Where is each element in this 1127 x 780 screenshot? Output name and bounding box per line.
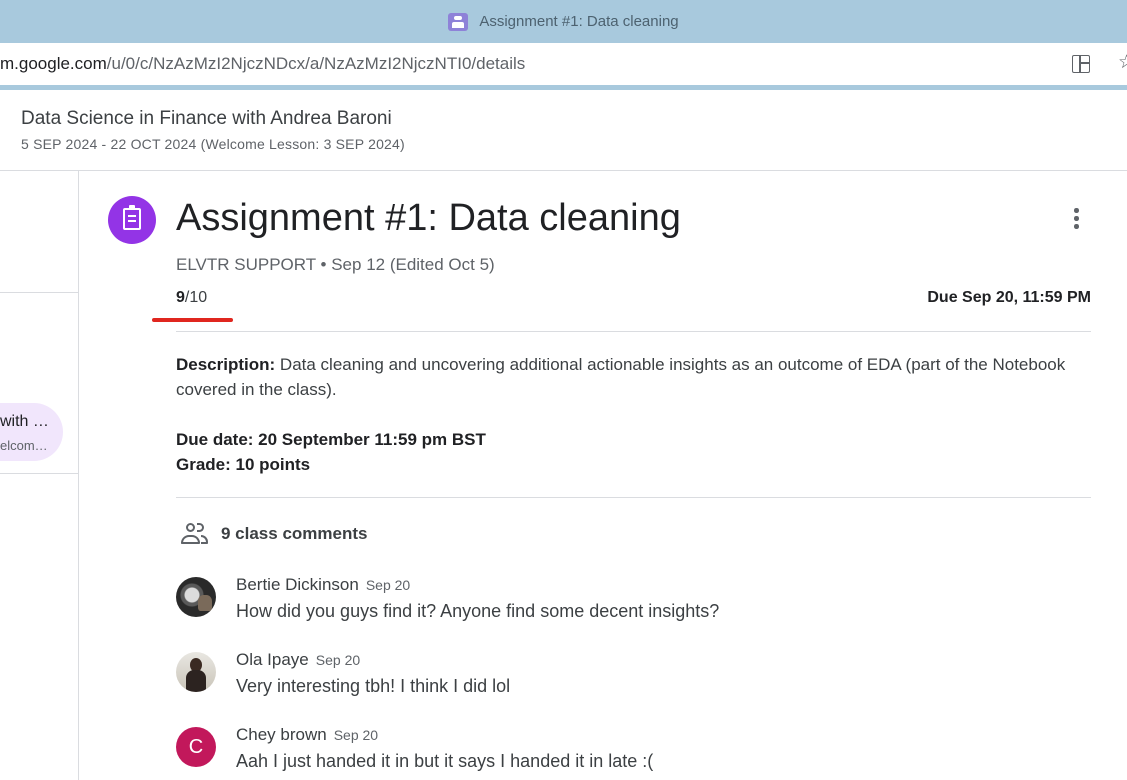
sidebar-item-subtitle: elcom… [0,438,48,453]
more-dot [1074,208,1079,213]
window-title: Assignment #1: Data cleaning [479,13,679,30]
comment-text: How did you guys find it? Anyone find so… [236,601,720,621]
clipboard-icon [123,205,141,230]
comment-date: Sep 20 [365,577,411,593]
more-dot [1074,216,1079,221]
divider [176,331,1091,332]
back-arrow-icon[interactable]: ‹ [0,115,1,138]
comment-item: Ola Ipaye Sep 20 Very interesting tbh! I … [176,650,1076,712]
assignment-title: Assignment #1: Data cleaning [176,197,681,239]
url-host: m.google.com [0,54,107,73]
assignment-meta: ELVTR SUPPORT • Sep 12 (Edited Oct 5) [176,255,495,274]
class-title[interactable]: Data Science in Finance with Andrea Baro… [21,108,392,130]
sidebar-divider [0,473,79,474]
comment-item: C Chey brown Sep 20 Aah I just handed it … [176,725,1076,780]
clipboard-line [128,215,136,217]
class-comments-header[interactable]: 9 class comments [180,521,367,547]
grade: 9/10 [176,289,207,307]
people-icon [180,522,210,546]
description-label: Description: [176,355,276,374]
address-bar[interactable]: m.google.com/u/0/c/NzAzMzI2NjczNDcx/a/Nz… [0,43,1127,85]
star-icon[interactable]: ☆ [1118,53,1127,72]
comment-date: Sep 20 [333,727,379,743]
comment-author-line: Bertie Dickinson Sep 20 [236,575,410,595]
due-date: Due Sep 20, 11:59 PM [927,289,1091,306]
divider [176,497,1091,498]
assignment-tab-icon [448,12,469,31]
class-header: ‹ Data Science in Finance with Andrea Ba… [0,90,1127,171]
url-text[interactable]: m.google.com/u/0/c/NzAzMzI2NjczNDcx/a/Nz… [0,54,525,74]
assignment-icon [108,196,156,244]
avatar: C [176,727,216,767]
assignment-description: Description: Data cleaning and uncoverin… [176,352,1076,402]
avatar [176,577,216,617]
sidebar-item-title: with … [0,413,49,430]
class-dates: 5 SEP 2024 - 22 OCT 2024 (Welcome Lesson… [21,136,405,152]
window-title-bar: Assignment #1: Data cleaning [0,0,1127,43]
assignment-details: Due date: 20 September 11:59 pm BST Grad… [176,427,486,477]
more-dot [1074,224,1079,229]
split-screen-icon[interactable] [1072,55,1090,73]
comment-date: Sep 20 [315,652,361,668]
comment-text: Very interesting tbh! I think I did lol [236,676,511,696]
grade-points-line: Grade: 10 points [176,455,311,474]
grade-highlight-underline [152,318,233,322]
sidebar: with … elcom… [0,171,79,780]
grade-total: /10 [184,289,208,306]
comments-count: 9 class comments [221,524,368,543]
url-path: /u/0/c/NzAzMzI2NjczNDcx/a/NzAzMzI2NjczNT… [106,54,526,73]
due-date-line: Due date: 20 September 11:59 pm BST [176,430,486,449]
grade-score: 9 [176,289,185,306]
sidebar-item-class[interactable]: with … elcom… [0,403,63,461]
comment-author: Bertie Dickinson [236,575,359,594]
comment-author: Chey brown [236,725,327,744]
sidebar-divider [0,292,79,293]
description-text: Data cleaning and uncovering additional … [176,355,1066,399]
comment-text: Aah I just handed it in but it says I ha… [236,751,654,771]
comment-item: Bertie Dickinson Sep 20 How did you guys … [176,575,1076,637]
comment-author: Ola Ipaye [236,650,309,669]
clipboard-line [128,220,136,222]
avatar [176,652,216,692]
more-vert-icon[interactable] [1064,206,1088,236]
comment-author-line: Chey brown Sep 20 [236,725,378,745]
comment-author-line: Ola Ipaye Sep 20 [236,650,360,670]
